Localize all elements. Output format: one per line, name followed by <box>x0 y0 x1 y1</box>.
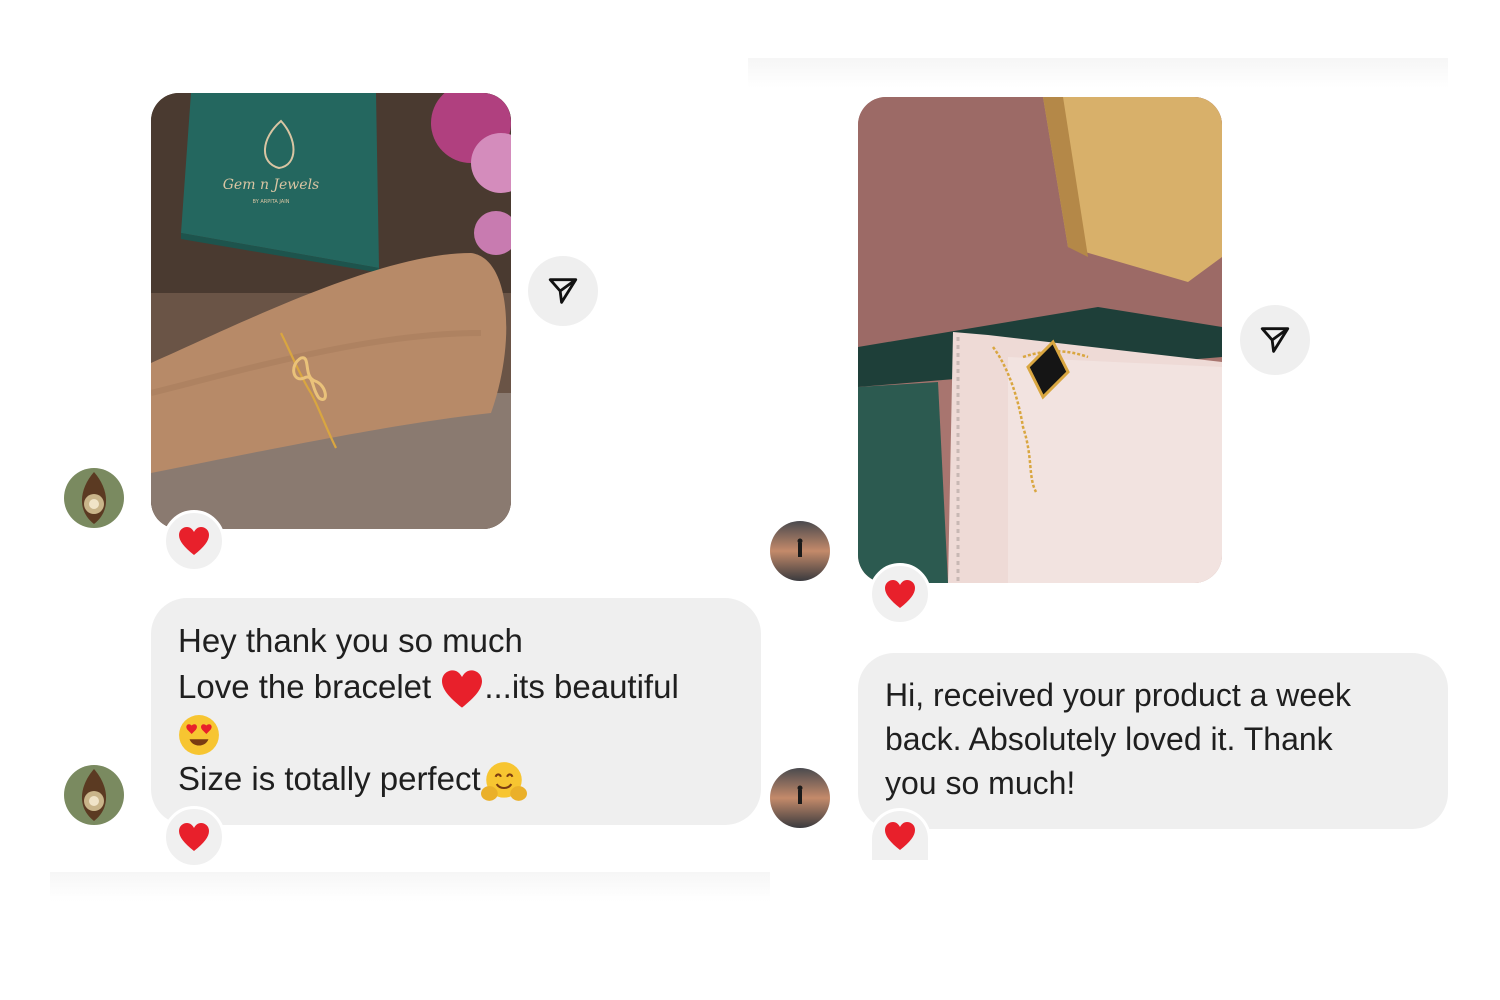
message-line: ...its beautiful <box>484 668 679 705</box>
avatar[interactable] <box>770 768 830 828</box>
message-line: Hi, received your product a week <box>885 677 1351 713</box>
conversation-right: Hi, received your product a week back. A… <box>748 0 1500 1000</box>
avatar[interactable] <box>64 765 124 825</box>
message-line: Size is totally perfect <box>178 760 481 798</box>
divider <box>748 58 1448 88</box>
message-line: back. Absolutely loved it. Thank <box>885 721 1333 757</box>
red-heart-icon <box>885 821 915 850</box>
heart-eyes-emoji <box>178 714 220 756</box>
message-bubble[interactable]: Hey thank you so much Love the bracelet … <box>151 598 761 825</box>
avatar[interactable] <box>64 468 124 528</box>
message-line: Hey thank you so much <box>178 622 523 659</box>
photo-reaction[interactable] <box>163 510 225 572</box>
photo-reaction[interactable] <box>869 563 931 625</box>
paper-plane-icon <box>548 278 578 304</box>
message-bubble[interactable]: Hi, received your product a week back. A… <box>858 653 1448 829</box>
message-line: Love the bracelet <box>178 668 432 705</box>
message-line: you so much! <box>885 765 1076 801</box>
message-reaction[interactable] <box>163 806 225 868</box>
box-logo-text: Gem n Jewels <box>223 177 320 193</box>
divider <box>50 872 770 902</box>
box-logo-subtext: BY ARPITA JAIN <box>253 199 290 205</box>
paper-plane-icon <box>1260 327 1290 353</box>
red-heart-emoji <box>440 669 484 709</box>
conversation-left: Gem n Jewels BY ARPITA JAIN Hey thank yo… <box>0 0 770 1000</box>
red-heart-icon <box>179 823 209 851</box>
share-button[interactable] <box>1240 305 1310 375</box>
bracelet-photo[interactable]: Gem n Jewels BY ARPITA JAIN <box>151 93 511 529</box>
red-heart-icon <box>885 580 915 608</box>
necklace-pendant-photo[interactable] <box>858 97 1222 583</box>
red-heart-icon <box>179 527 209 555</box>
share-button[interactable] <box>528 256 598 326</box>
hugging-face-emoji <box>480 760 527 804</box>
avatar[interactable] <box>770 521 830 581</box>
